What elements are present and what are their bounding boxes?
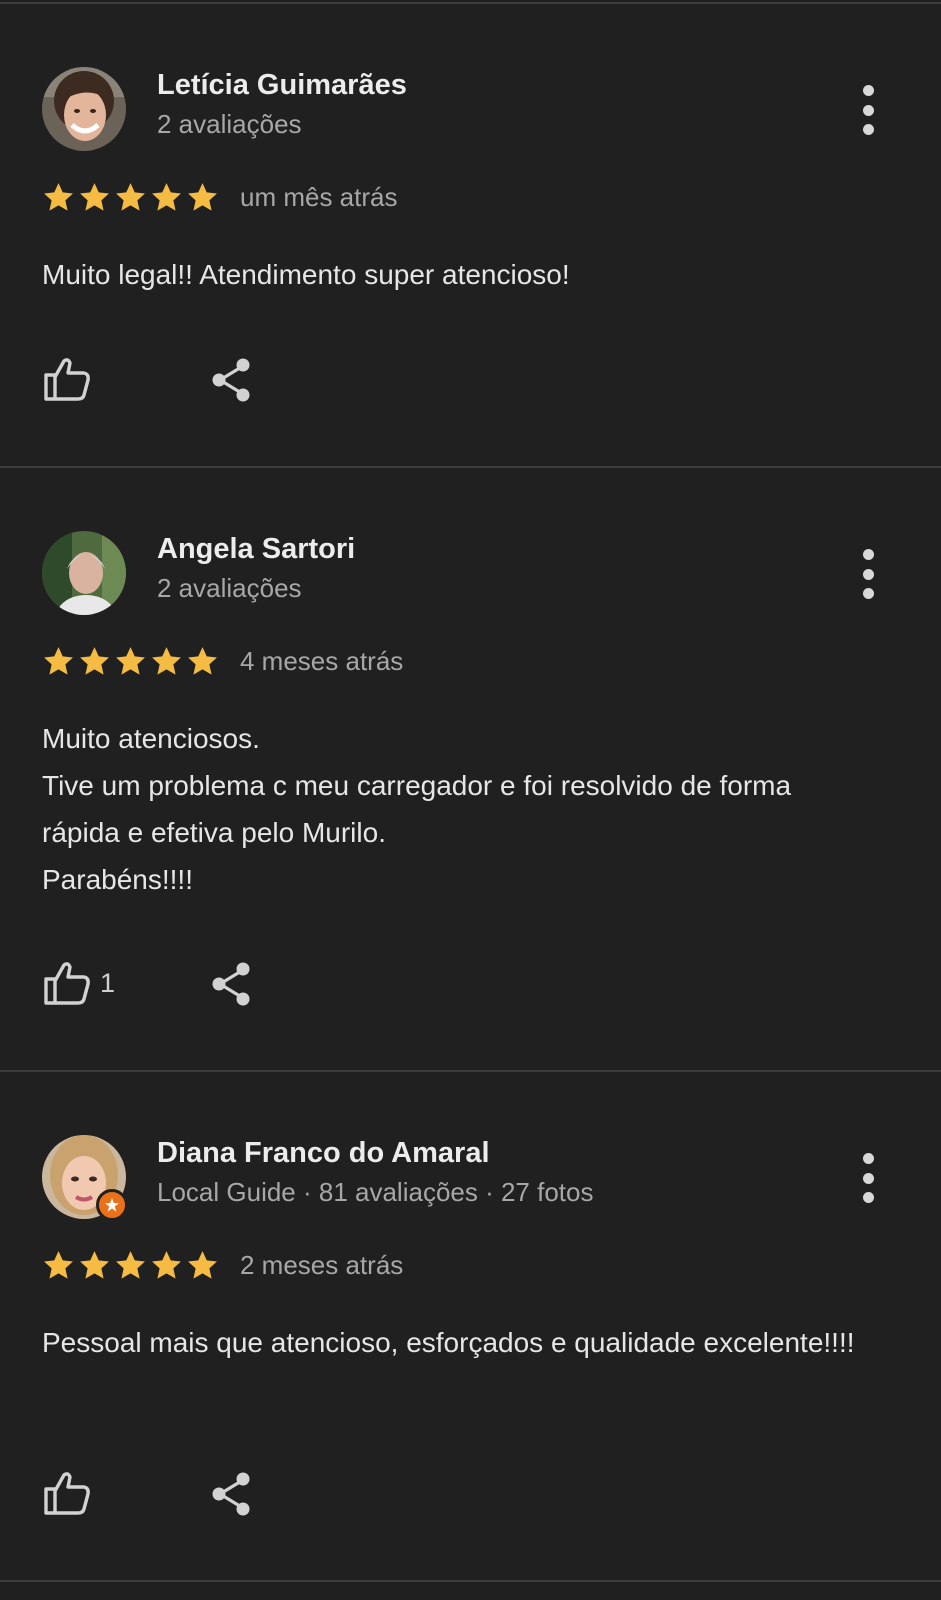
- star-icon: [80, 1250, 109, 1279]
- review-text: Pessoal mais que atencioso, esforçados e…: [42, 1327, 855, 1358]
- star-icon: [116, 646, 145, 675]
- star-icon: [188, 646, 217, 675]
- star-icon: [116, 1250, 145, 1279]
- star-icon: [44, 1250, 73, 1279]
- rating-row: 2 meses atrás: [42, 1245, 403, 1285]
- like-button[interactable]: [42, 1469, 100, 1517]
- review-date: 4 meses atrás: [240, 645, 404, 676]
- star-icon: [44, 646, 73, 675]
- avatar[interactable]: [42, 1135, 128, 1221]
- more-vertical-icon: [862, 85, 874, 96]
- review-date: 2 meses atrás: [240, 1249, 404, 1280]
- reviewer-meta: 2 avaliações: [157, 573, 302, 603]
- star-icon: [116, 182, 145, 211]
- avatar[interactable]: [42, 531, 126, 615]
- like-count: 1: [100, 967, 116, 998]
- thumb-up-icon: [44, 1472, 90, 1515]
- review-text: Muito atenciosos. Tive um problema c meu…: [42, 723, 792, 895]
- star-icon: [80, 646, 109, 675]
- reviewer-meta: 2 avaliações: [157, 109, 302, 139]
- star-icon: [152, 1250, 181, 1279]
- more-vertical-icon: [862, 549, 874, 560]
- star-icon: [188, 1250, 217, 1279]
- more-options-button[interactable]: [848, 549, 888, 599]
- star-rating: [42, 181, 219, 214]
- share-icon: [212, 1472, 250, 1516]
- thumb-up-icon: [44, 962, 90, 1005]
- divider: [0, 2, 941, 4]
- star-rating: [42, 645, 219, 678]
- share-button[interactable]: [210, 961, 254, 1012]
- review-date: um mês atrás: [240, 181, 398, 212]
- star-icon: [80, 182, 109, 211]
- local-guide-badge-icon: [96, 1189, 128, 1221]
- reviews-page: Letícia Guimarães 2 avaliações um mês at…: [0, 0, 941, 1600]
- share-button[interactable]: [210, 357, 254, 408]
- reviewer-name[interactable]: Diana Franco do Amaral: [157, 1137, 490, 1170]
- more-options-button[interactable]: [848, 1153, 888, 1203]
- star-icon: [152, 182, 181, 211]
- review-text: Muito legal!! Atendimento super atencios…: [42, 259, 570, 290]
- reviewer-name[interactable]: Letícia Guimarães: [157, 69, 407, 102]
- reviewer-meta: Local Guide · 81 avaliações · 27 fotos: [157, 1177, 594, 1207]
- divider: [0, 466, 941, 468]
- more-vertical-icon: [862, 1153, 874, 1164]
- star-rating: [42, 1249, 219, 1282]
- reviewer-name[interactable]: Angela Sartori: [157, 533, 355, 566]
- rating-row: 4 meses atrás: [42, 641, 403, 681]
- star-icon: [44, 182, 73, 211]
- share-icon: [212, 358, 250, 402]
- star-icon: [152, 646, 181, 675]
- like-button[interactable]: 1: [42, 959, 115, 1007]
- thumb-up-icon: [44, 358, 90, 401]
- rating-row: um mês atrás: [42, 177, 398, 217]
- more-options-button[interactable]: [848, 85, 888, 135]
- share-icon: [212, 962, 250, 1006]
- divider: [0, 1580, 941, 1582]
- like-button[interactable]: [42, 355, 100, 403]
- divider: [0, 1070, 941, 1072]
- share-button[interactable]: [210, 1471, 254, 1522]
- star-icon: [188, 182, 217, 211]
- avatar[interactable]: [42, 67, 126, 151]
